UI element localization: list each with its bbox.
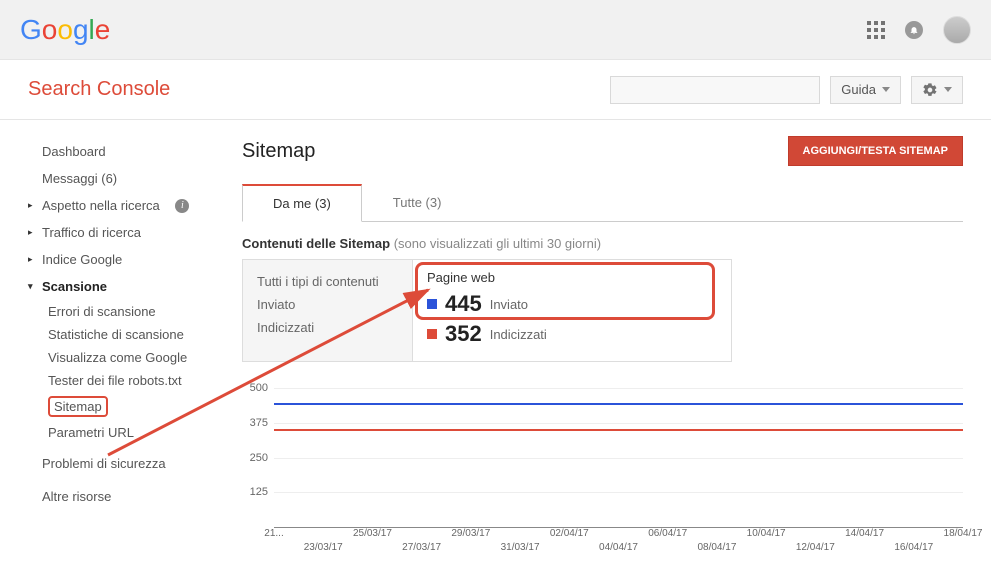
x-tick-label: 23/03/17 [304,542,343,553]
sidebar-item-crawl-errors[interactable]: Errori di scansione [0,300,218,323]
x-tick-label: 10/04/17 [747,528,786,539]
sidebar-item-crawl-stats[interactable]: Statistiche di scansione [0,323,218,346]
chart-series-indicizzati [274,429,963,431]
y-tick-label: 375 [250,417,268,429]
x-tick-label: 31/03/17 [501,542,540,553]
site-selector[interactable] [610,76,820,104]
settings-button[interactable] [911,76,963,104]
highlight-annotation: Sitemap [48,396,108,417]
avatar[interactable] [943,16,971,44]
x-tick-label: 27/03/17 [402,542,441,553]
apps-icon[interactable] [867,21,885,39]
filter-indexed[interactable]: Indicizzati [257,316,398,339]
x-tick-label: 04/04/17 [599,542,638,553]
guide-button[interactable]: Guida [830,76,901,104]
content-types-panel: Tutti i tipi di contenuti Inviato Indici… [242,259,732,362]
content-area: Sitemap AGGIUNGI/TESTA SITEMAP Da me (3)… [218,120,991,564]
sidebar-item-search-traffic[interactable]: ▸Traffico di ricerca [0,219,218,246]
sidebar-item-other[interactable]: Altre risorse [0,483,218,510]
guide-label: Guida [841,82,876,97]
gear-icon [922,82,938,98]
sidebar-item-dashboard[interactable]: Dashboard [0,138,218,165]
sidebar-item-robots[interactable]: Tester dei file robots.txt [0,369,218,392]
y-tick-label: 125 [250,486,268,498]
sidebar-item-search-appearance[interactable]: ▸Aspetto nella ricerca i [0,192,218,219]
x-tick-label: 02/04/17 [550,528,589,539]
sidebar-item-url-params[interactable]: Parametri URL [0,421,218,444]
square-red-icon [427,329,437,339]
google-logo[interactable]: Google [20,14,110,46]
sidebar: Dashboard Messaggi (6) ▸Aspetto nella ri… [0,120,218,564]
sidebar-item-security[interactable]: Problemi di sicurezza [0,450,218,477]
section-subtitle: Contenuti delle Sitemap (sono visualizza… [242,236,963,251]
caret-down-icon [944,87,952,92]
sidebar-item-fetch-google[interactable]: Visualizza come Google [0,346,218,369]
highlight-annotation [415,262,715,320]
caret-down-icon [882,87,890,92]
x-tick-label: 29/03/17 [451,528,490,539]
notifications-icon[interactable] [905,21,923,39]
chart-series-inviato [274,403,963,405]
sidebar-item-crawl[interactable]: ▾Scansione [0,273,218,300]
x-tick-label: 06/04/17 [648,528,687,539]
info-icon: i [175,199,189,213]
chart: 125250375500 21...25/03/1729/03/1702/04/… [242,388,963,558]
top-bar: Google [0,0,991,60]
brand-title: Search Console [28,78,170,101]
x-tick-label: 18/04/17 [944,528,983,539]
stat-indexed: 352 Indicizzati [427,321,717,347]
tab-mine[interactable]: Da me (3) [242,184,362,222]
x-tick-label: 14/04/17 [845,528,884,539]
tab-all[interactable]: Tutte (3) [362,184,473,222]
branding-bar: Search Console Guida [0,60,991,120]
page-title: Sitemap [242,140,315,163]
y-tick-label: 250 [250,452,268,464]
x-tick-label: 12/04/17 [796,542,835,553]
x-tick-label: 25/03/17 [353,528,392,539]
sidebar-item-sitemap[interactable]: Sitemap [0,392,218,421]
x-tick-label: 08/04/17 [697,542,736,553]
tabs: Da me (3) Tutte (3) [242,184,963,222]
add-test-sitemap-button[interactable]: AGGIUNGI/TESTA SITEMAP [788,136,963,166]
filter-submitted[interactable]: Inviato [257,293,398,316]
x-tick-label: 21... [264,528,283,539]
sidebar-item-messages[interactable]: Messaggi (6) [0,165,218,192]
filter-all-types[interactable]: Tutti i tipi di contenuti [257,270,398,293]
sidebar-item-google-index[interactable]: ▸Indice Google [0,246,218,273]
y-tick-label: 500 [250,382,268,394]
x-tick-label: 16/04/17 [894,542,933,553]
